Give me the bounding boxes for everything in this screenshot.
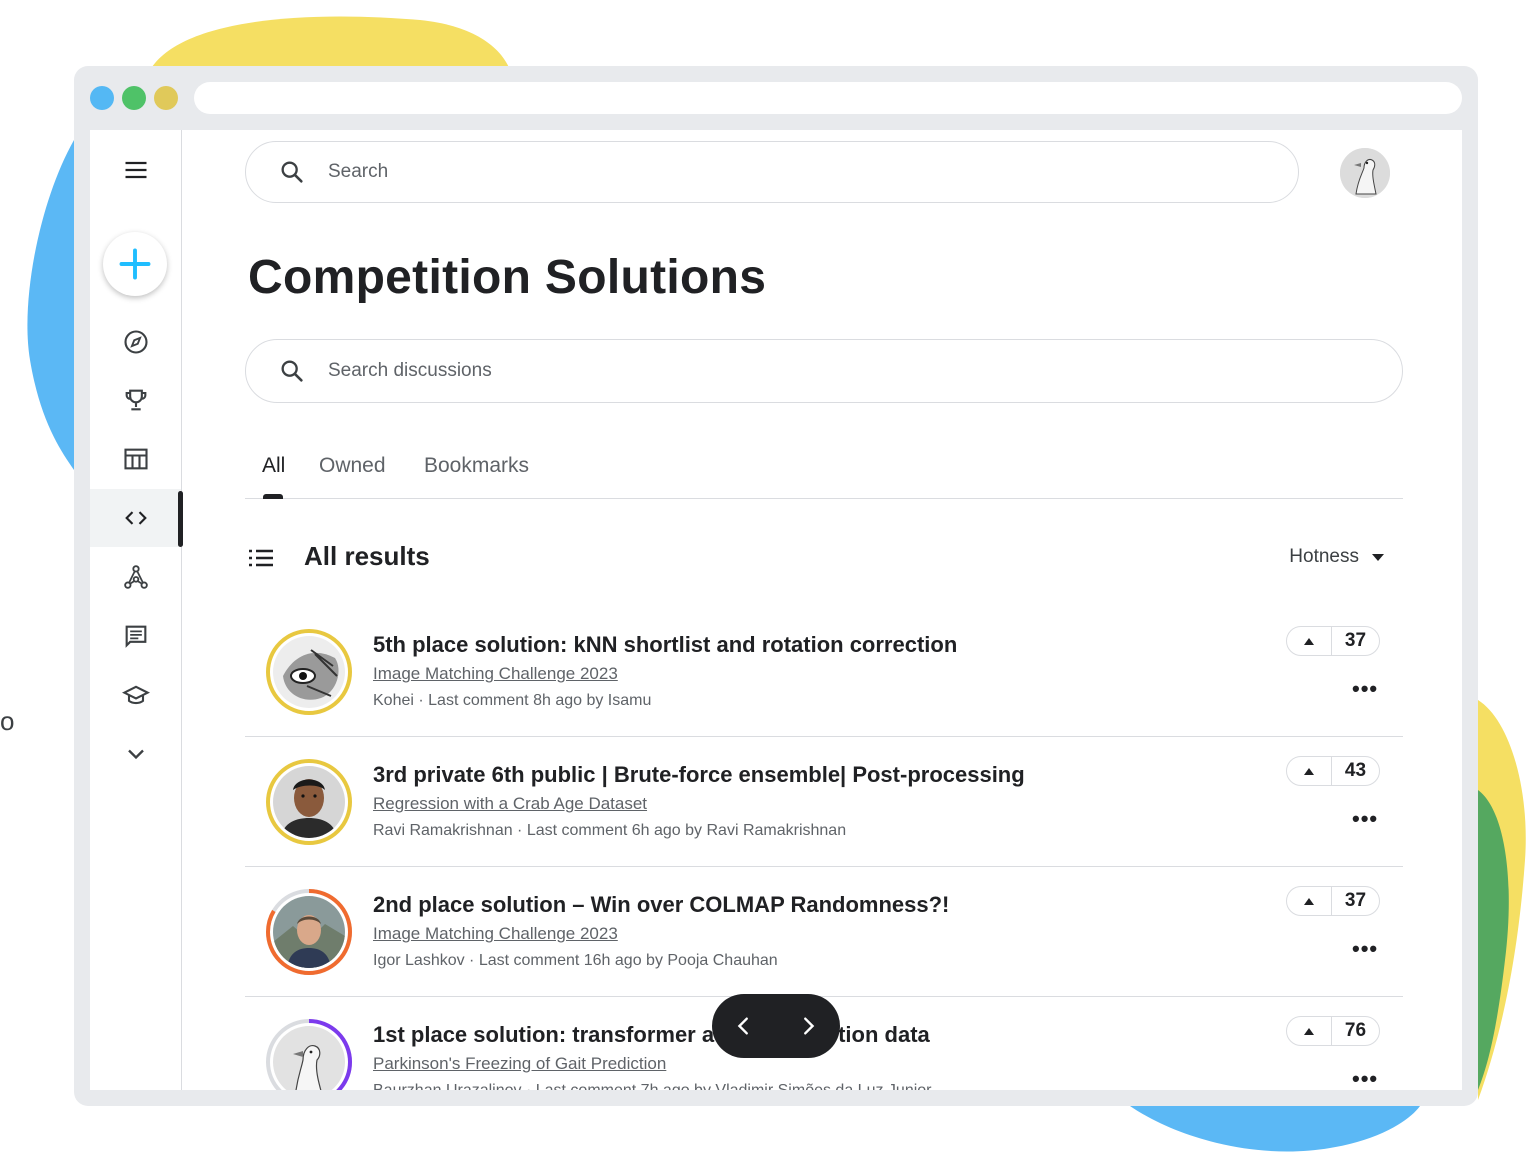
upvote-button[interactable] bbox=[1287, 887, 1332, 915]
sidebar-item-models[interactable] bbox=[90, 548, 181, 606]
sort-label: Hotness bbox=[1289, 546, 1359, 567]
create-icon bbox=[119, 248, 151, 280]
menu-icon bbox=[125, 161, 146, 179]
author-avatar[interactable] bbox=[265, 628, 353, 716]
create-button[interactable] bbox=[103, 232, 167, 296]
vote-count: 43 bbox=[1344, 760, 1367, 781]
discussion-meta: Kohei · Last comment 8h ago by Isamu bbox=[373, 692, 652, 709]
avatar-image bbox=[273, 1026, 345, 1090]
caret-up-icon bbox=[1304, 1027, 1314, 1035]
upvote-button[interactable] bbox=[1287, 627, 1332, 655]
upvote-button[interactable] bbox=[1287, 1017, 1332, 1045]
sort-dropdown[interactable]: Hotness bbox=[1289, 546, 1385, 568]
tab-owned[interactable]: Owned bbox=[319, 454, 386, 478]
goose-avatar-icon bbox=[1340, 148, 1390, 198]
previous-button[interactable] bbox=[724, 1006, 764, 1046]
sidebar-item-code[interactable] bbox=[90, 489, 183, 547]
discussion-title[interactable]: 1st place solution: transformer a tion da… bbox=[373, 1022, 930, 1048]
list-icon bbox=[249, 549, 273, 567]
discussion-row[interactable]: 5th place solution: kNN shortlist and ro… bbox=[245, 606, 1403, 737]
discussion-meta: Baurzhan Urazalinov · Last comment 7h ag… bbox=[373, 1082, 932, 1090]
active-tab-indicator bbox=[263, 494, 283, 499]
competition-link[interactable]: Image Matching Challenge 2023 bbox=[373, 664, 618, 684]
search-icon bbox=[281, 161, 303, 183]
code-icon bbox=[124, 511, 147, 525]
discussion-search[interactable] bbox=[245, 339, 1403, 403]
tab-bar: All Owned Bookmarks bbox=[245, 450, 1403, 499]
vote-count: 37 bbox=[1344, 890, 1367, 911]
search-icon bbox=[281, 360, 303, 382]
vote-widget: 43 bbox=[1286, 756, 1380, 786]
window-dot-blue[interactable] bbox=[90, 86, 114, 110]
more-options-icon[interactable]: ••• bbox=[1352, 806, 1378, 832]
discussion-search-input[interactable] bbox=[326, 359, 1130, 383]
discussion-title[interactable]: 2nd place solution – Win over COLMAP Ran… bbox=[373, 892, 949, 918]
tab-all[interactable]: All bbox=[262, 454, 285, 478]
vote-widget: 76 bbox=[1286, 1016, 1380, 1046]
author-avatar[interactable] bbox=[265, 1018, 353, 1090]
next-button[interactable] bbox=[788, 1006, 828, 1046]
upvote-button[interactable] bbox=[1287, 757, 1332, 785]
competition-link[interactable]: Regression with a Crab Age Dataset bbox=[373, 794, 647, 814]
caret-up-icon bbox=[1304, 637, 1314, 645]
chevron-right-icon bbox=[804, 1017, 815, 1035]
discussion-title[interactable]: 5th place solution: kNN shortlist and ro… bbox=[373, 632, 957, 658]
competition-link[interactable]: Parkinson's Freezing of Gait Prediction bbox=[373, 1054, 666, 1074]
school-icon bbox=[121, 685, 150, 705]
discussion-meta: Igor Lashkov · Last comment 16h ago by P… bbox=[373, 952, 778, 969]
caret-up-icon bbox=[1304, 897, 1314, 905]
user-avatar[interactable] bbox=[1340, 148, 1390, 198]
search-input[interactable] bbox=[326, 160, 1130, 184]
table-icon bbox=[123, 448, 148, 470]
tab-bookmarks[interactable]: Bookmarks bbox=[424, 454, 529, 478]
competition-link[interactable]: Image Matching Challenge 2023 bbox=[373, 924, 618, 944]
more-options-icon[interactable]: ••• bbox=[1352, 936, 1378, 962]
more-options-icon[interactable]: ••• bbox=[1352, 676, 1378, 702]
models-icon bbox=[123, 565, 148, 589]
menu-button[interactable] bbox=[90, 141, 181, 199]
vote-count: 76 bbox=[1344, 1020, 1367, 1041]
sidebar bbox=[90, 130, 183, 1090]
side-text: o bbox=[0, 706, 15, 736]
global-search[interactable] bbox=[245, 141, 1299, 203]
results-title: All results bbox=[304, 541, 430, 571]
window-dot-green[interactable] bbox=[122, 86, 146, 110]
results-header: All results Hotness bbox=[245, 538, 1403, 578]
sidebar-item-discussions[interactable] bbox=[90, 607, 181, 665]
chevron-left-icon bbox=[737, 1017, 748, 1035]
browser-frame: Competition Solutions All Owned Bookmark… bbox=[74, 66, 1478, 1106]
compass-icon bbox=[123, 330, 148, 354]
discussion-meta: Ravi Ramakrishnan · Last comment 6h ago … bbox=[373, 822, 847, 839]
discussion-title[interactable]: 3rd private 6th public | Brute-force ens… bbox=[373, 762, 1025, 788]
window-dot-yellow[interactable] bbox=[154, 86, 178, 110]
discussion-row[interactable]: 2nd place solution – Win over COLMAP Ran… bbox=[245, 866, 1403, 997]
more-options-icon[interactable]: ••• bbox=[1352, 1066, 1378, 1090]
window-controls bbox=[90, 86, 178, 110]
vote-count: 37 bbox=[1344, 630, 1367, 651]
sidebar-item-more[interactable] bbox=[90, 725, 181, 783]
discussion-title-end: tion data bbox=[838, 1022, 930, 1047]
sidebar-item-learn[interactable] bbox=[90, 666, 181, 724]
trophy-icon bbox=[125, 389, 146, 411]
discussion-row[interactable]: 3rd private 6th public | Brute-force ens… bbox=[245, 736, 1403, 867]
comment-icon bbox=[125, 625, 146, 648]
vote-widget: 37 bbox=[1286, 886, 1380, 916]
app-window: Competition Solutions All Owned Bookmark… bbox=[90, 130, 1462, 1090]
avatar-image bbox=[273, 896, 345, 968]
sidebar-item-competitions[interactable] bbox=[90, 371, 181, 429]
author-avatar[interactable] bbox=[265, 888, 353, 976]
vote-widget: 37 bbox=[1286, 626, 1380, 656]
carousel-pager bbox=[712, 994, 840, 1058]
avatar-image bbox=[273, 636, 345, 708]
author-avatar[interactable] bbox=[265, 758, 353, 846]
page-title: Competition Solutions bbox=[248, 251, 767, 304]
caret-up-icon bbox=[1304, 767, 1314, 775]
chevron-down-icon bbox=[127, 749, 144, 760]
discussion-title-start: 1st place solution: transformer a bbox=[373, 1022, 715, 1047]
address-bar[interactable] bbox=[194, 82, 1462, 114]
caret-down-icon bbox=[1372, 554, 1384, 561]
sidebar-item-home[interactable] bbox=[90, 313, 181, 371]
sidebar-item-datasets[interactable] bbox=[90, 430, 181, 488]
avatar-image bbox=[273, 766, 345, 838]
